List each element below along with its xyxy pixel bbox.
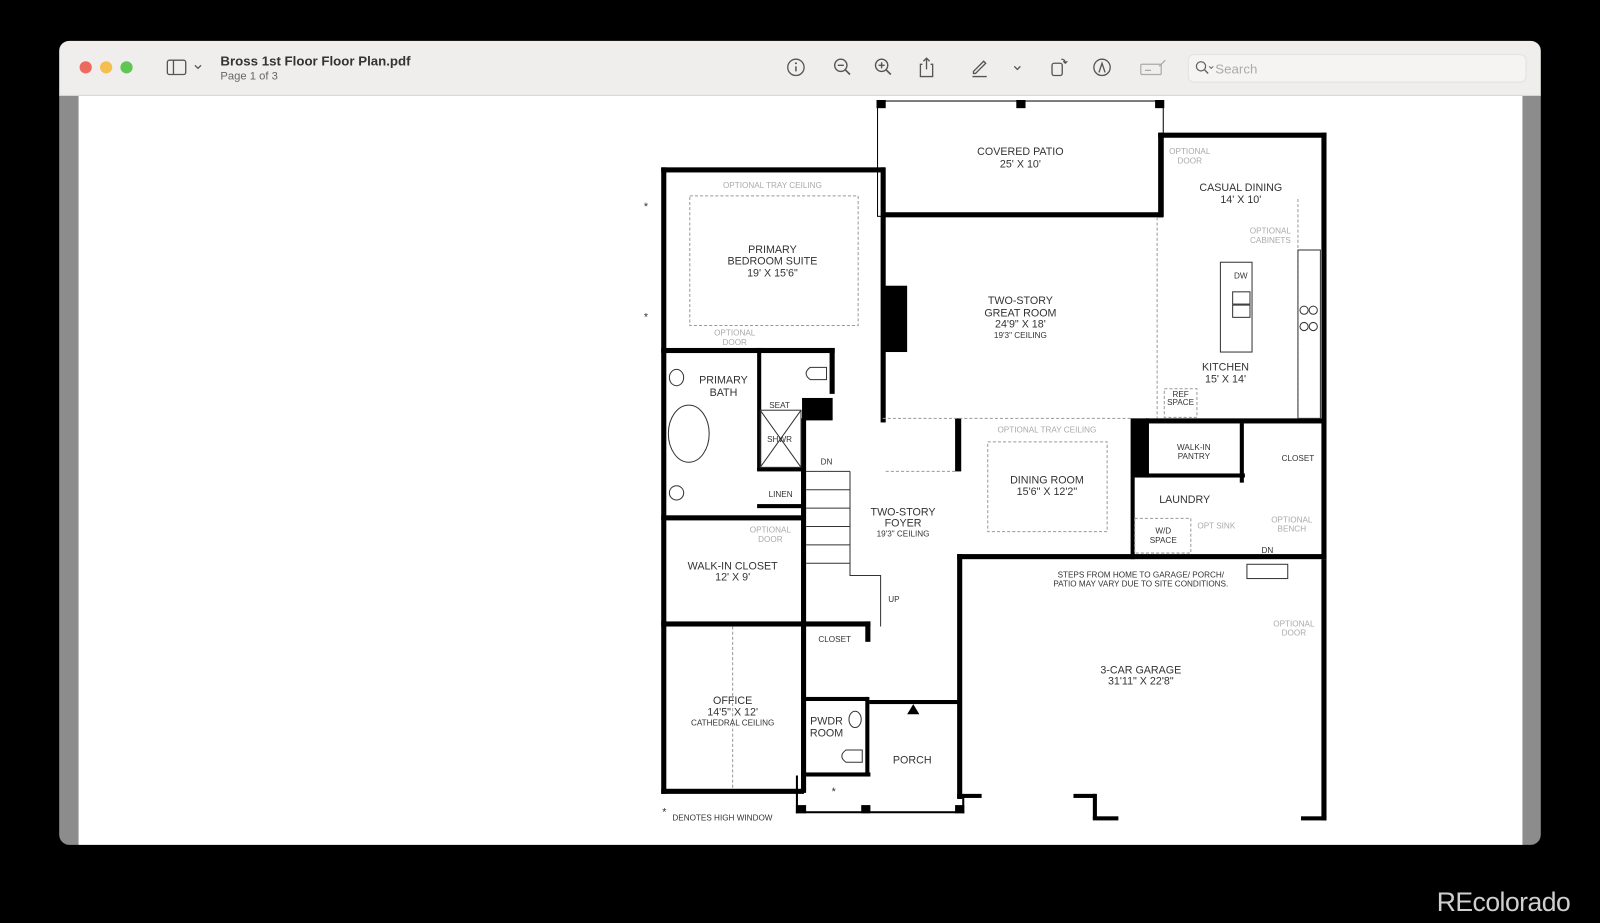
office-ceiling: CATHEDRAL CEILING (691, 719, 774, 728)
wd-space-label: SPACE (1150, 536, 1178, 545)
wd-space-label: W/D (1155, 527, 1171, 536)
ref-space-label: SPACE (1167, 398, 1195, 407)
great-room-ceiling: 19'3" CEILING (994, 331, 1047, 340)
garage-label: 3-CAR GARAGE (1100, 664, 1181, 676)
covered-patio-label: COVERED PATIO (977, 146, 1063, 158)
optional-bench-label: OPTIONAL (1271, 515, 1313, 524)
watermark-logo: REcolorado (1436, 886, 1571, 918)
bath-label: BATH (710, 387, 738, 399)
walk-in-closet-label: WALK-IN CLOSET (688, 560, 778, 572)
dining-room-size: 15'6" X 12'2" (1017, 486, 1078, 498)
great-room-label: TWO-STORY (988, 295, 1053, 307)
shower-label: SHWR (767, 435, 792, 444)
foyer-ceiling: 19'3" CEILING (877, 530, 930, 539)
porch-label: PORCH (893, 754, 932, 766)
foyer-label: FOYER (885, 518, 922, 530)
legend-label: DENOTES HIGH WINDOW (672, 813, 772, 822)
dining-room-label: DINING ROOM (1010, 475, 1084, 487)
legend-asterisk: * (662, 806, 666, 818)
linen-label: LINEN (769, 490, 793, 499)
foyer-label: TWO-STORY (871, 506, 936, 518)
walk-in-closet-size: 12' X 9' (715, 572, 750, 584)
pantry-label: WALK-IN (1177, 443, 1211, 452)
pantry-label: PANTRY (1178, 452, 1211, 461)
optional-door-label: OPTIONAL (714, 329, 756, 338)
seat-label: SEAT (769, 401, 790, 410)
steps-note: STEPS FROM HOME TO GARAGE/ PORCH/ (1058, 571, 1225, 580)
bedroom-label: BEDROOM SUITE (728, 255, 818, 267)
floor-plan: COVERED PATIO 25' X 10' OPTIONAL DOOR CA… (644, 99, 1327, 822)
casual-dining-size: 14' X 10' (1220, 194, 1261, 206)
optional-door-label: OPTIONAL (1273, 620, 1315, 629)
high-window-marker: * (832, 786, 836, 798)
laundry-label: LAUNDRY (1159, 494, 1210, 506)
down-stairs-label: DN (1261, 546, 1273, 555)
optional-bench-label: BENCH (1278, 525, 1307, 534)
room-labels: COVERED PATIO 25' X 10' OPTIONAL DOOR CA… (644, 146, 1315, 822)
optional-cabinets-label: CABINETS (1250, 236, 1291, 245)
great-room-size: 24'9" X 18' (995, 319, 1046, 331)
great-room-label: GREAT ROOM (984, 307, 1056, 319)
tray-ceiling-label: OPTIONAL TRAY CEILING (997, 426, 1096, 435)
office-label: OFFICE (713, 695, 752, 707)
optional-cabinets-label: OPTIONAL (1250, 227, 1292, 236)
optional-door-label: OPTIONAL (1169, 147, 1211, 156)
high-window-marker: * (644, 311, 648, 323)
casual-dining-label: CASUAL DINING (1199, 182, 1282, 194)
optional-door-label: OPTIONAL (750, 526, 792, 535)
optional-door-label: DOOR (758, 535, 783, 544)
kitchen-label: KITCHEN (1202, 361, 1249, 373)
optional-door-label: DOOR (1282, 629, 1307, 638)
closet-label: CLOSET (818, 635, 851, 644)
closet-label: CLOSET (1282, 454, 1315, 463)
powder-room-label: ROOM (810, 728, 843, 740)
optional-door-label: DOOR (722, 338, 747, 347)
dishwasher-label: DW (1234, 272, 1248, 281)
steps-note: PATIO MAY VARY DUE TO SITE CONDITIONS. (1053, 580, 1228, 589)
powder-room-label: PWDR (810, 715, 843, 727)
bedroom-size: 19' X 15'6" (747, 268, 798, 280)
kitchen-size: 15' X 14' (1205, 374, 1246, 386)
down-stairs-label: DN (821, 457, 833, 466)
opt-sink-label: OPT SINK (1197, 522, 1235, 531)
bedroom-label: PRIMARY (748, 244, 797, 256)
office-size: 14'5" X 12' (707, 706, 758, 718)
high-window-marker: * (644, 201, 648, 213)
up-stairs-label: UP (888, 595, 900, 604)
garage-size: 31'11" X 22'8" (1108, 676, 1174, 688)
optional-door-label: DOOR (1178, 156, 1203, 165)
bath-label: PRIMARY (699, 375, 748, 387)
walls (661, 99, 1327, 821)
tray-ceiling-label: OPTIONAL TRAY CEILING (723, 181, 822, 190)
covered-patio-size: 25' X 10' (1000, 158, 1041, 170)
